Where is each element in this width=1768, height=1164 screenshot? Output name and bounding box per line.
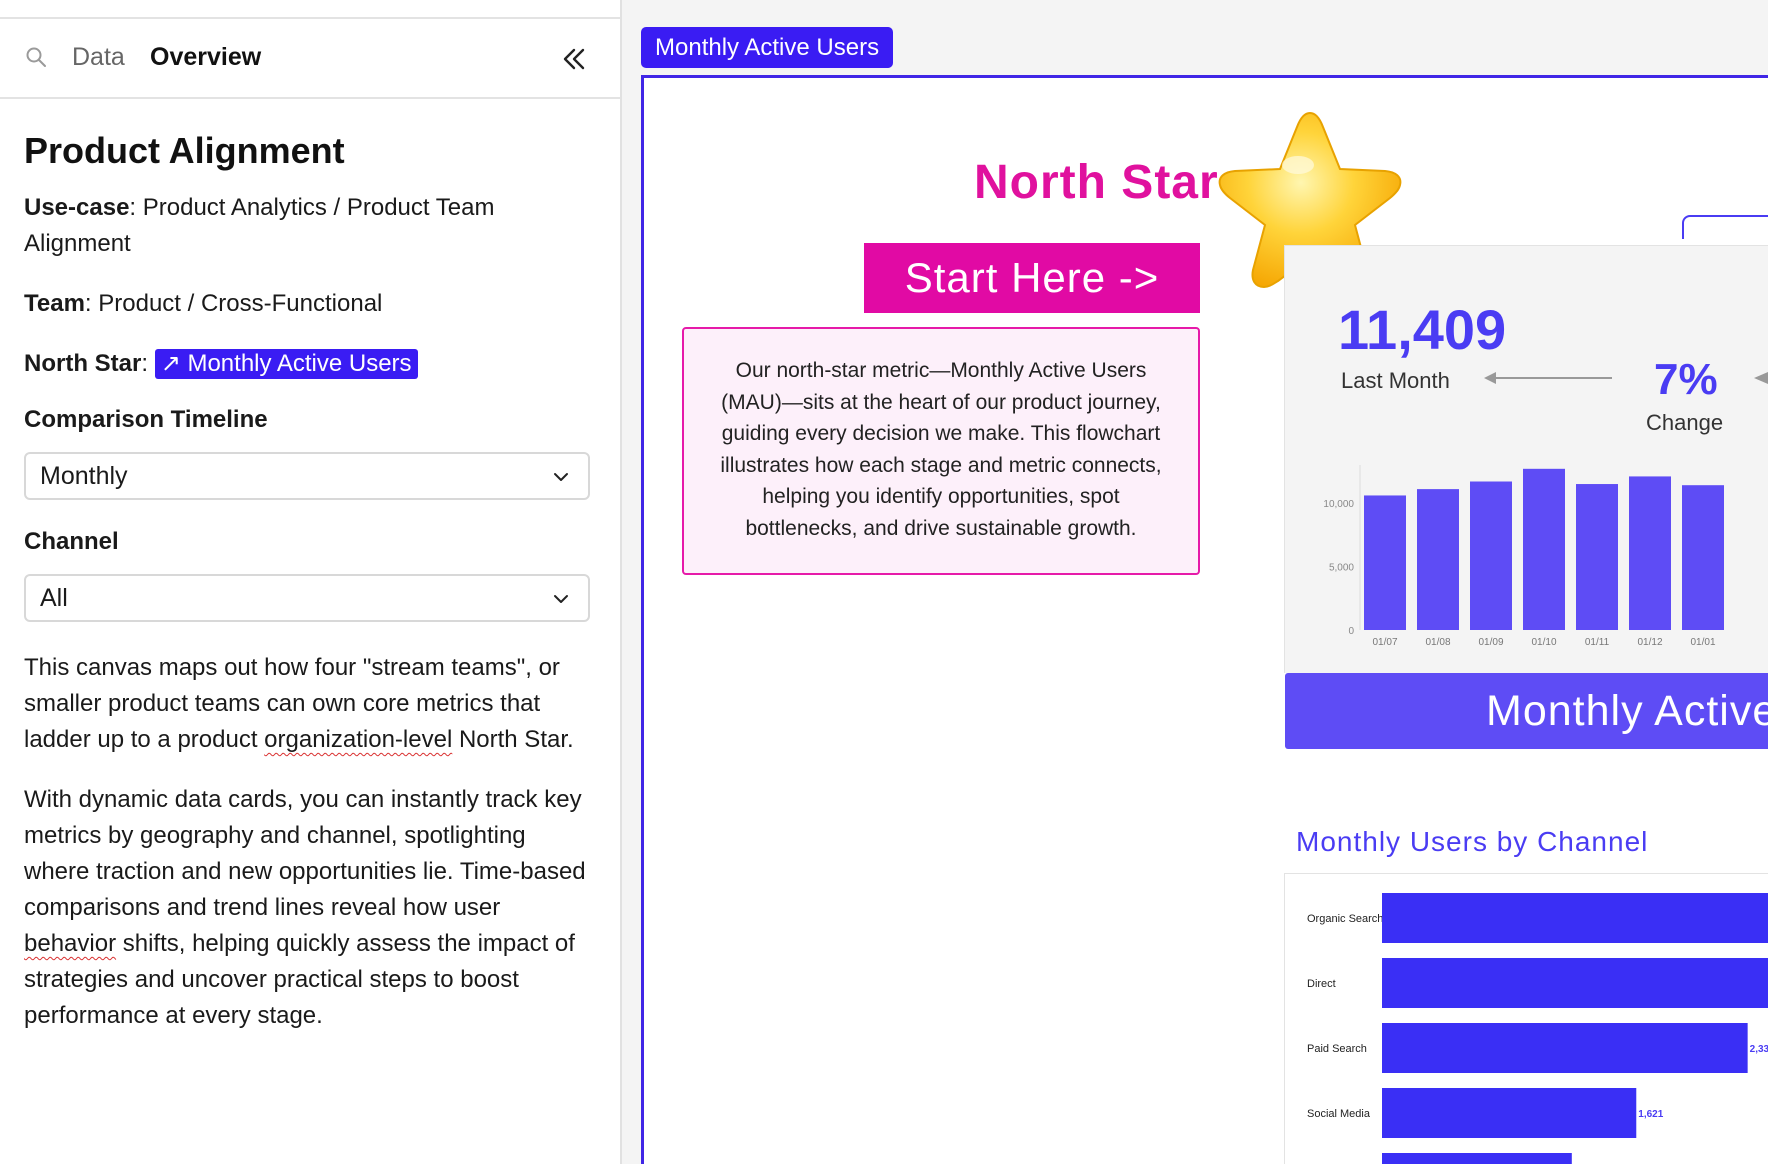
mau-bar-chart: 10,000 5,000 0 01/07 01/08 01/09 01/10 01/11 01…	[1323, 465, 1724, 648]
team-row: Team: Product / Cross-Functional	[24, 286, 594, 322]
spellcheck-word[interactable]: behavior	[24, 930, 116, 957]
mau-banner: Monthly Active Users	[1285, 673, 1768, 749]
comparison-timeline-value: Monthly	[40, 462, 128, 490]
mau-bar	[1629, 476, 1671, 630]
north-star-description: Our north-star metric—Monthly Active Use…	[682, 327, 1200, 575]
north-star-separator: :	[141, 350, 149, 377]
panel-tab-bar: Data Overview	[0, 19, 620, 99]
chevron-down-icon	[554, 473, 568, 481]
x-tick-label: 01/08	[1425, 637, 1450, 648]
team-value: : Product / Cross-Functional	[84, 290, 383, 317]
search-icon[interactable]	[24, 45, 48, 69]
paragraph-text: North Star.	[452, 726, 574, 753]
mau-bar	[1682, 485, 1724, 630]
y-tick-label: 0	[1348, 626, 1354, 637]
start-here-button[interactable]: Start Here ->	[864, 243, 1200, 313]
channel-select[interactable]: All	[24, 574, 590, 622]
overview-panel: Data Overview Product Alignment Use-case…	[0, 0, 622, 1164]
description-paragraph-1: This canvas maps out how four "stream te…	[24, 650, 594, 758]
mau-bar	[1523, 468, 1565, 630]
channel-value: All	[40, 584, 68, 612]
x-tick-label: 01/10	[1531, 637, 1556, 648]
channel-value-label: 2,331	[1750, 1044, 1768, 1055]
channel-label: Channel	[24, 528, 119, 555]
channel-label: Organic Search	[1307, 913, 1383, 925]
tab-overview[interactable]: Overview	[150, 43, 261, 72]
canvas[interactable]: Monthly Active Users North Star Start He…	[624, 0, 1768, 1164]
collapse-panel-icon[interactable]	[560, 45, 588, 73]
panel-content: Product Alignment Use-case: Product Anal…	[24, 130, 594, 1058]
paragraph-text: With dynamic data cards, you can instant…	[24, 786, 586, 921]
channel-value-label: 1,621	[1638, 1109, 1663, 1120]
channel-bar	[1382, 1153, 1572, 1164]
mau-caption: Last Month	[1341, 368, 1450, 393]
change-caption: Change	[1646, 410, 1724, 435]
channel-label: Social Media	[1307, 1108, 1371, 1120]
x-tick-label: 01/01	[1690, 637, 1715, 648]
arrow-left-icon	[1484, 372, 1612, 384]
change-value: 7%	[1654, 355, 1718, 404]
channel-bar	[1382, 1088, 1637, 1138]
frame-label[interactable]: Monthly Active Users	[641, 27, 894, 68]
mau-bar	[1364, 495, 1406, 630]
chevron-down-icon	[554, 595, 568, 603]
use-case-row: Use-case: Product Analytics / Product Te…	[24, 190, 594, 262]
y-tick-label: 10,000	[1323, 499, 1354, 510]
panel-top-divider	[0, 0, 620, 19]
arrow-left-icon	[1754, 372, 1768, 384]
use-case-label: Use-case	[24, 194, 130, 221]
north-star-row: North Star: ↗ Monthly Active Users	[24, 346, 594, 382]
x-tick-label: 01/12	[1637, 637, 1662, 648]
north-star-label: North Star	[24, 350, 142, 377]
comparison-timeline-select[interactable]: Monthly	[24, 452, 590, 500]
page-title: Product Alignment	[24, 130, 345, 171]
channel-label: Paid Search	[1307, 1043, 1367, 1055]
mau-value: 11,409	[1338, 298, 1507, 361]
tab-data[interactable]: Data	[72, 43, 125, 72]
channel-bar	[1382, 893, 1768, 943]
spellcheck-word[interactable]: organization-level	[264, 726, 452, 753]
description-paragraph-2: With dynamic data cards, you can instant…	[24, 782, 594, 1034]
y-tick-label: 5,000	[1329, 563, 1354, 574]
channel-label: Direct	[1307, 978, 1336, 990]
channel-bar	[1382, 1023, 1748, 1073]
mau-bar	[1417, 489, 1459, 630]
team-label: Team	[24, 290, 85, 317]
north-star-title: North Star	[974, 156, 1219, 209]
x-tick-label: 01/07	[1372, 637, 1397, 648]
channel-chart-title: Monthly Users by Channel	[1296, 826, 1649, 857]
channel-bar	[1382, 958, 1768, 1008]
x-tick-label: 01/09	[1478, 637, 1503, 648]
x-tick-label: 01/11	[1585, 637, 1610, 648]
connector-line	[1682, 215, 1768, 239]
comparison-timeline-label: Comparison Timeline	[24, 406, 268, 433]
mau-bar	[1576, 484, 1618, 630]
channel-bar-chart: Organic Search Direct Paid Search Social Me…	[1307, 893, 1768, 1164]
mau-bar	[1470, 481, 1512, 630]
north-star-link[interactable]: ↗ Monthly Active Users	[154, 349, 418, 379]
